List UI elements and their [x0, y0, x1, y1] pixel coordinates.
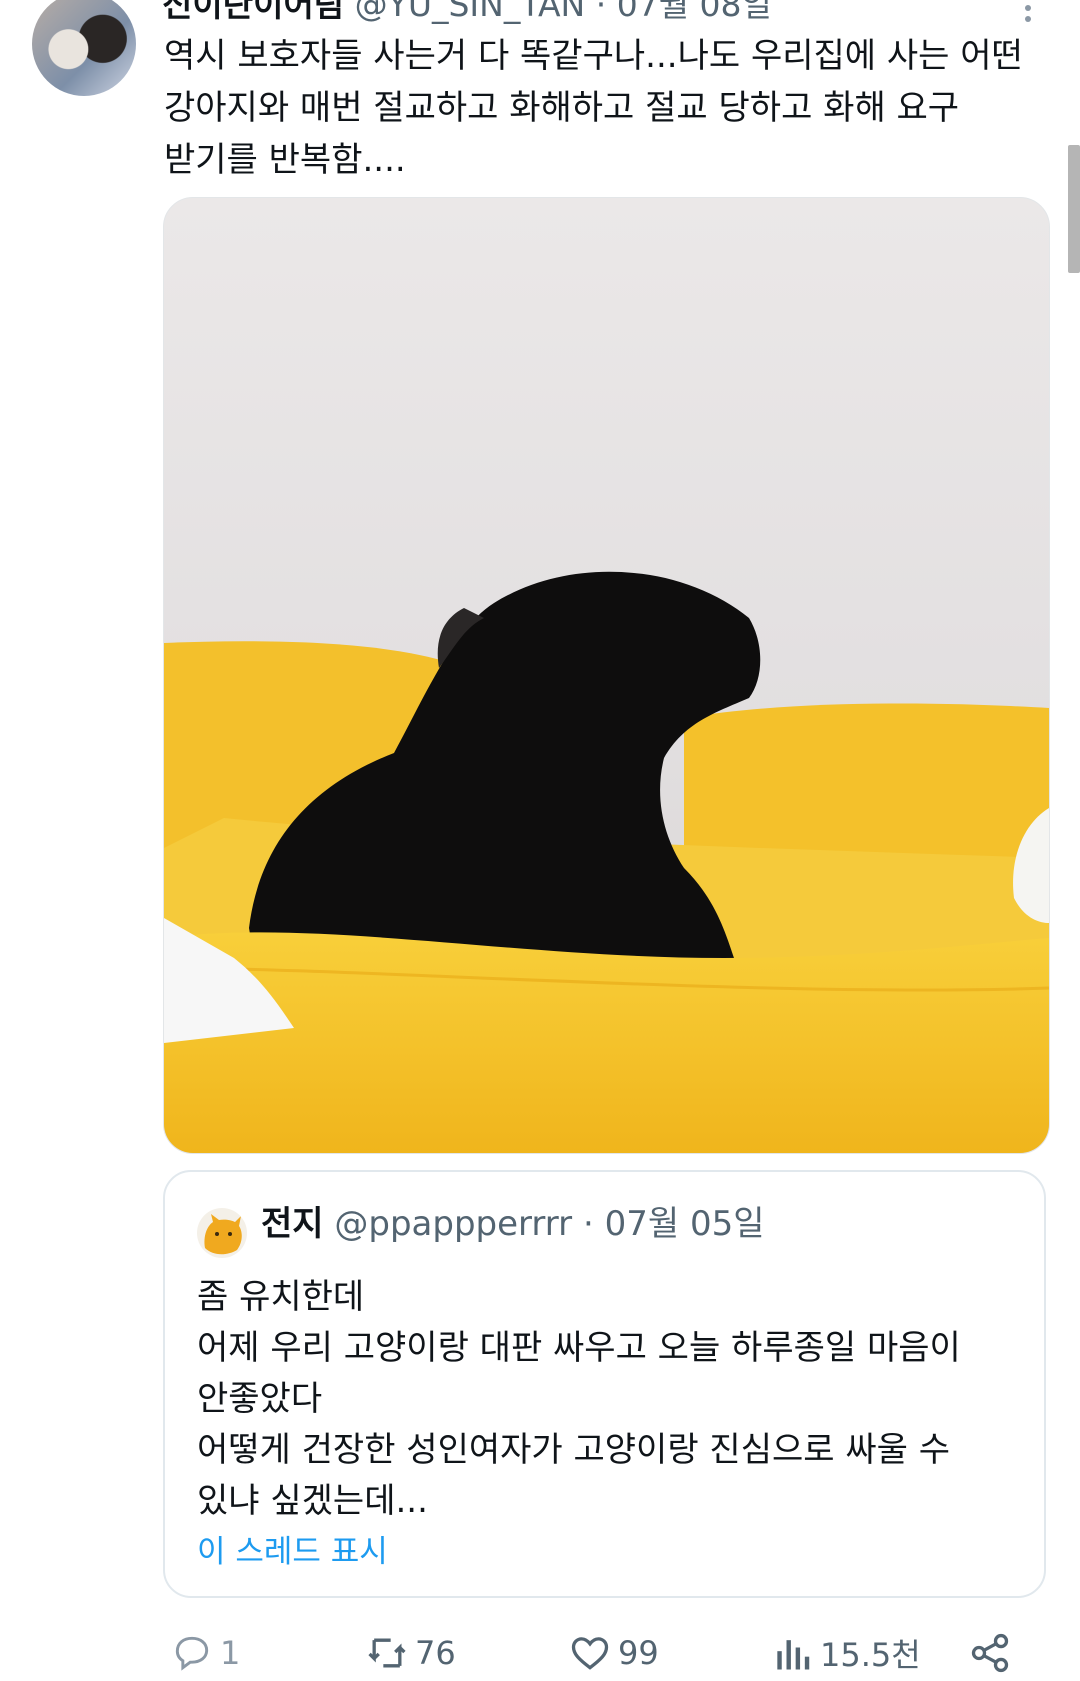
- quoted-author-avatar[interactable]: [197, 1208, 247, 1258]
- heart-icon: [571, 1637, 609, 1670]
- quoted-author-handle[interactable]: @ppappperrrr: [334, 1204, 572, 1244]
- quoted-tweet-date[interactable]: 07월 05일: [605, 1204, 765, 1244]
- tweet-text-line: 역시 보호자들 사는거 다 똑같구나...나도 우리집에 사는 어떤: [164, 36, 1023, 76]
- views-chart-icon: [777, 1640, 810, 1670]
- views-button[interactable]: 15.5천: [770, 1629, 921, 1677]
- separator-dot: ·: [595, 0, 607, 24]
- quoted-text-line: 좀 유치한데: [197, 1277, 365, 1317]
- quoted-tweet[interactable]: 전지 @ppappperrrr · 07월 05일 좀 유치한데 어제 우리 고…: [163, 1170, 1046, 1598]
- quoted-tweet-text: 좀 유치한데 어제 우리 고양이랑 대판 싸우고 오늘 하루종일 마음이 안좋았…: [197, 1272, 1017, 1527]
- tweet-actions-bar: 1 76 99 15.5천: [0, 1625, 1080, 1681]
- tweet-text: 역시 보호자들 사는거 다 똑같구나...나도 우리집에 사는 어떤 강아지와 …: [164, 30, 1044, 186]
- tweet-text-line: 강아지와 매번 절교하고 화해하고 절교 당하고 화해 요구: [164, 88, 960, 128]
- dog-on-cushion-image: [164, 571, 1049, 1153]
- tweet-date[interactable]: 07월 08일: [617, 0, 772, 24]
- reply-count: 1: [220, 1634, 241, 1672]
- retweet-count: 76: [415, 1634, 456, 1672]
- scrollbar-thumb[interactable]: [1068, 145, 1080, 273]
- separator-dot: ·: [582, 1204, 594, 1244]
- tweet-header: 신이란이어림 @YU_SIN_TAN · 07월 08일: [162, 0, 772, 26]
- quoted-text-line: 있냐 싶겠는데...: [197, 1481, 428, 1521]
- tweet-text-line: 받기를 반복함....: [164, 140, 406, 180]
- reply-button[interactable]: 1: [170, 1629, 240, 1677]
- quoted-text-line: 안좋았다: [197, 1379, 323, 1419]
- show-thread-link[interactable]: 이 스레드 표시: [197, 1530, 388, 1574]
- share-icon: [971, 1633, 1009, 1673]
- retweet-button[interactable]: 76: [365, 1629, 456, 1677]
- author-name[interactable]: 신이란이어림: [162, 0, 344, 24]
- tweet-photo[interactable]: [163, 197, 1050, 1154]
- views-count: 15.5천: [820, 1636, 921, 1674]
- reply-icon: [175, 1636, 209, 1671]
- cat-icon: [204, 1214, 242, 1255]
- quoted-text-line: 어제 우리 고양이랑 대판 싸우고 오늘 하루종일 마음이: [197, 1328, 961, 1368]
- retweet-icon: [368, 1638, 406, 1668]
- share-button[interactable]: [968, 1629, 1018, 1677]
- author-handle[interactable]: @YU_SIN_TAN: [355, 0, 586, 24]
- quoted-author-name[interactable]: 전지: [261, 1204, 324, 1244]
- author-avatar[interactable]: [32, 0, 136, 96]
- more-options-icon[interactable]: [1024, 0, 1032, 22]
- quoted-text-line: 어떻게 건장한 성인여자가 고양이랑 진심으로 싸울 수: [197, 1430, 951, 1470]
- like-count: 99: [618, 1634, 659, 1672]
- like-button[interactable]: 99: [568, 1629, 659, 1677]
- quoted-tweet-header: 전지 @ppappperrrr · 07월 05일: [261, 1200, 765, 1248]
